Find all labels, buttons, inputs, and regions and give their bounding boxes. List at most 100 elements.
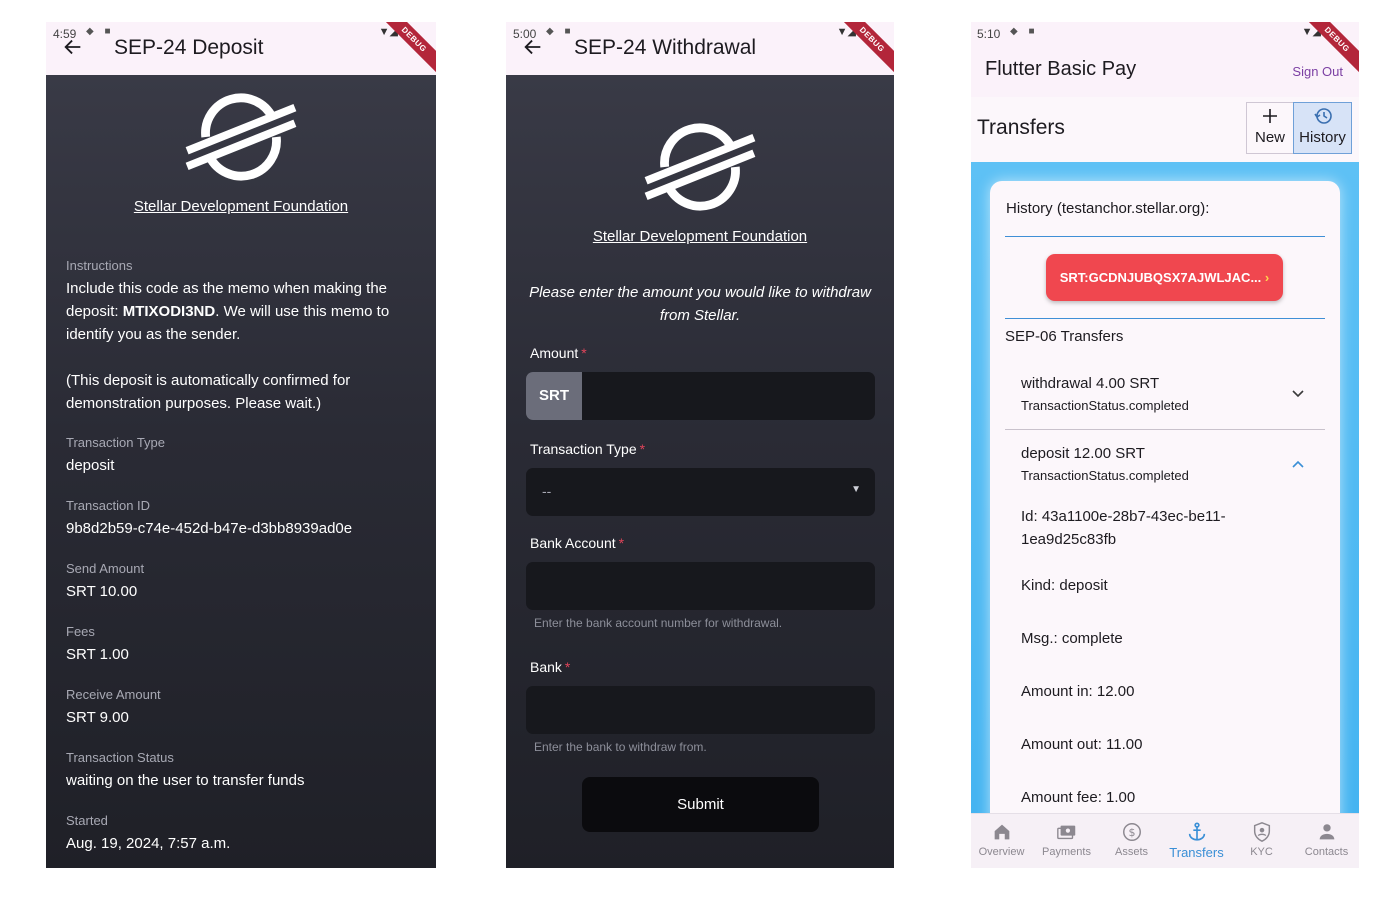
page-title: SEP-24 Withdrawal	[574, 36, 757, 59]
field-label: Receive Amount	[66, 687, 161, 702]
back-arrow-icon[interactable]	[62, 36, 84, 58]
kyc-shield-icon	[1253, 822, 1270, 842]
memo-code: MTIXODI3ND	[122, 303, 216, 320]
section-title: Transfers	[977, 116, 1065, 139]
nav-label: Assets	[1114, 846, 1148, 858]
detail-kind: Kind: deposit	[1021, 577, 1108, 594]
nav-transfers[interactable]: Transfers	[1164, 821, 1229, 860]
transaction-title: deposit 12.00 SRT	[1021, 445, 1145, 462]
app-bar: 5:10 ◆ ■ ▼◢ Flutter Basic Pay Sign Out D…	[971, 22, 1359, 97]
history-title: History (testanchor.stellar.org):	[1006, 200, 1210, 217]
history-card: History (testanchor.stellar.org): SRT:GC…	[990, 181, 1340, 833]
bank-account-label: Bank Account *	[530, 535, 625, 551]
chevron-up-icon[interactable]	[1291, 457, 1305, 471]
amount-label: Amount *	[530, 345, 587, 361]
field-label: Transaction Type	[66, 435, 165, 450]
instructions-label: Instructions	[66, 258, 133, 273]
auto-confirm-note: (This deposit is automatically confirmed…	[66, 372, 351, 412]
bank-account-hint: Enter the bank account number for withdr…	[534, 616, 783, 630]
segment-new-button[interactable]: New	[1246, 102, 1294, 154]
organization-link[interactable]: Stellar Development Foundation	[46, 198, 436, 215]
field-value: SRT 1.00	[66, 646, 129, 663]
app-bar: 5:00 ◆ ■ ▼◢ SEP-24 Withdrawal DEBUG	[506, 22, 894, 81]
segment-label: New	[1254, 129, 1285, 146]
deposit-screen: 4:59 ◆ ■ ▼◢ SEP-24 Deposit DEBUG Stellar…	[46, 22, 436, 868]
field-value: SRT 9.00	[66, 709, 129, 726]
stellar-logo-icon	[185, 93, 297, 181]
nav-label: Contacts	[1304, 846, 1349, 858]
payments-icon	[1056, 825, 1075, 840]
info-field: Transaction Status waiting on the user t…	[66, 750, 416, 792]
sign-out-button[interactable]: Sign Out	[1292, 64, 1343, 79]
field-label: Send Amount	[66, 561, 145, 576]
plus-icon	[1263, 109, 1277, 123]
detail-amount-out: Amount out: 11.00	[1021, 736, 1143, 753]
bank-label: Bank *	[530, 659, 571, 675]
home-icon	[994, 824, 1009, 840]
field-label: Transaction Status	[66, 750, 174, 765]
divider	[1005, 236, 1325, 237]
transaction-title: withdrawal 4.00 SRT	[1021, 375, 1160, 392]
field-value: SRT 10.00	[66, 583, 138, 600]
amount-input[interactable]: SRT	[526, 372, 875, 420]
withdraw-instructions: Please enter the amount you would like t…	[529, 284, 871, 324]
stellar-logo-icon	[644, 123, 756, 211]
withdrawal-screen: 5:00 ◆ ■ ▼◢ SEP-24 Withdrawal DEBUG Stel…	[506, 22, 894, 868]
history-panel: History (testanchor.stellar.org): SRT:GC…	[971, 162, 1359, 833]
anchor-webview: Stellar Development Foundation Please en…	[506, 75, 894, 868]
field-label: Started	[66, 813, 108, 828]
segment-label: History	[1299, 129, 1346, 146]
bank-input[interactable]	[526, 686, 875, 734]
info-field: Receive Amount SRT 9.00	[66, 687, 416, 729]
nav-label: Transfers	[1169, 845, 1224, 860]
segment-history-button[interactable]: History	[1293, 102, 1352, 154]
organization-link[interactable]: Stellar Development Foundation	[506, 228, 894, 245]
submit-button[interactable]: Submit	[582, 777, 819, 832]
caret-down-icon: ▼	[851, 484, 861, 495]
person-icon	[1319, 824, 1334, 840]
info-field: Transaction ID 9b8d2b59-c74e-452d-b47e-d…	[66, 498, 416, 540]
transaction-status: TransactionStatus.completed	[1021, 398, 1189, 413]
info-field: Transaction Type deposit	[66, 435, 416, 477]
nav-assets[interactable]: $ Assets	[1099, 821, 1164, 858]
asset-button[interactable]: SRT:GCDNJUBQSX7AJWLJAC... ›	[1046, 254, 1283, 301]
status-icons: ◆ ■	[546, 26, 575, 37]
detail-id: Id: 43a1100e-28b7-43ec-be11-1ea9d25c83fb	[1021, 508, 1226, 548]
sep06-title: SEP-06 Transfers	[1005, 328, 1124, 345]
instructions-text: Include this code as the memo when makin…	[66, 280, 390, 343]
assets-icon: $	[1122, 823, 1141, 841]
app-title: Flutter Basic Pay	[985, 58, 1137, 80]
bank-account-input[interactable]	[526, 562, 875, 610]
chevron-down-icon[interactable]	[1291, 387, 1305, 401]
nav-payments[interactable]: Payments	[1034, 821, 1099, 858]
nav-contacts[interactable]: Contacts	[1294, 821, 1359, 858]
bank-hint: Enter the bank to withdraw from.	[534, 740, 707, 754]
detail-amount-fee: Amount fee: 1.00	[1021, 789, 1136, 806]
transaction-row[interactable]: deposit 12.00 SRT TransactionStatus.comp…	[1005, 437, 1325, 497]
divider	[1005, 429, 1325, 430]
chevron-right-icon: ›	[1264, 270, 1270, 285]
transfers-screen: 5:10 ◆ ■ ▼◢ Flutter Basic Pay Sign Out D…	[971, 22, 1359, 868]
nav-label: KYC	[1250, 846, 1273, 858]
transaction-type-label: Transaction Type *	[530, 441, 646, 457]
detail-amount-in: Amount in: 12.00	[1021, 683, 1135, 700]
detail-msg: Msg.: complete	[1021, 630, 1123, 647]
back-arrow-icon[interactable]	[522, 36, 544, 58]
status-icons: ◆ ■	[86, 26, 115, 37]
select-value: --	[542, 483, 552, 499]
info-field: Send Amount SRT 10.00	[66, 561, 416, 603]
status-icons: ◆ ■	[1010, 26, 1039, 37]
nav-kyc[interactable]: KYC	[1229, 821, 1294, 858]
anchor-webview: Stellar Development Foundation Instructi…	[46, 75, 436, 868]
transaction-row[interactable]: withdrawal 4.00 SRT TransactionStatus.co…	[1005, 367, 1325, 427]
nav-label: Overview	[978, 846, 1025, 858]
field-value: deposit	[66, 457, 115, 474]
app-bar: 4:59 ◆ ■ ▼◢ SEP-24 Deposit DEBUG	[46, 22, 436, 81]
info-field: Fees SRT 1.00	[66, 624, 416, 666]
nav-overview[interactable]: Overview	[971, 821, 1034, 858]
field-label: Fees	[66, 624, 95, 639]
transaction-type-select[interactable]: -- ▼	[526, 468, 875, 516]
status-time: 5:10	[977, 27, 1001, 41]
page-title: SEP-24 Deposit	[114, 36, 264, 59]
field-value: waiting on the user to transfer funds	[66, 772, 305, 789]
